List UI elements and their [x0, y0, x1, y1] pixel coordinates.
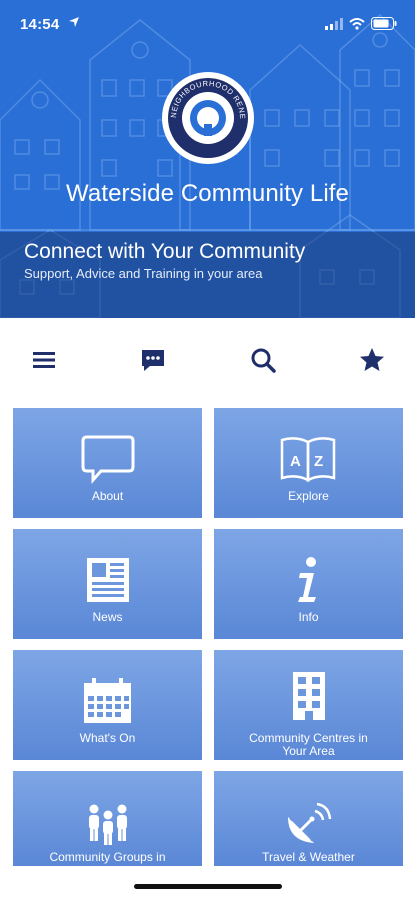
speech-bubble-icon [81, 435, 135, 484]
tile-label: News [92, 610, 123, 624]
status-indicators [325, 17, 397, 30]
search-icon[interactable] [249, 346, 277, 374]
tile-info[interactable]: Info [214, 529, 403, 639]
tile-whats-on[interactable]: What's On [13, 650, 202, 760]
status-time: 14:54 [20, 16, 60, 33]
calendar-icon [84, 678, 131, 723]
banner-subtitle: Support, Advice and Training in your are… [24, 266, 263, 281]
tile-label: About [91, 489, 124, 503]
banner-title: Connect with Your Community [24, 240, 306, 263]
tile-explore[interactable]: A Z Explore [214, 408, 403, 518]
tile-community-centres[interactable]: Community Centres in Your Area [214, 650, 403, 760]
tile-label: Community Groups in [49, 850, 166, 864]
satellite-dish-icon [288, 802, 332, 843]
tile-label: Explore [288, 489, 329, 503]
status-bar: 14:54 [0, 0, 415, 48]
cellular-signal-icon [325, 17, 343, 30]
app-title: Waterside Community Life [66, 180, 349, 207]
tile-label: What's On [79, 731, 136, 745]
toolbar [0, 318, 415, 402]
tile-label: Info [298, 610, 319, 624]
svg-text:Z: Z [314, 453, 323, 470]
tile-travel-weather[interactable]: Travel & Weather [214, 771, 403, 866]
banner: Connect with Your Community Support, Adv… [0, 232, 415, 318]
az-book-icon: A Z [280, 437, 336, 483]
people-icon [89, 804, 127, 845]
info-icon [298, 557, 316, 602]
wifi-icon [349, 17, 365, 30]
location-arrow-icon [69, 17, 79, 27]
tile-news[interactable]: News [13, 529, 202, 639]
star-icon[interactable] [358, 346, 386, 374]
battery-icon [371, 17, 397, 30]
tile-label: Travel & Weather [262, 850, 355, 864]
building-icon [293, 672, 325, 720]
tile-label: Community Centres in Your Area [249, 731, 368, 758]
menu-icon[interactable] [30, 346, 58, 374]
newspaper-icon [87, 558, 129, 602]
home-indicator[interactable] [134, 884, 282, 889]
chat-icon[interactable] [139, 346, 167, 374]
svg-text:A: A [290, 453, 301, 470]
hero-header: 14:54 NEIGHBOURHOOD RENE Waterside Commu… [0, 0, 415, 318]
tile-community-groups[interactable]: Community Groups in [13, 771, 202, 866]
tile-about[interactable]: About [13, 408, 202, 518]
neighbourhood-renewal-logo: NEIGHBOURHOOD RENEWAL [160, 70, 254, 164]
